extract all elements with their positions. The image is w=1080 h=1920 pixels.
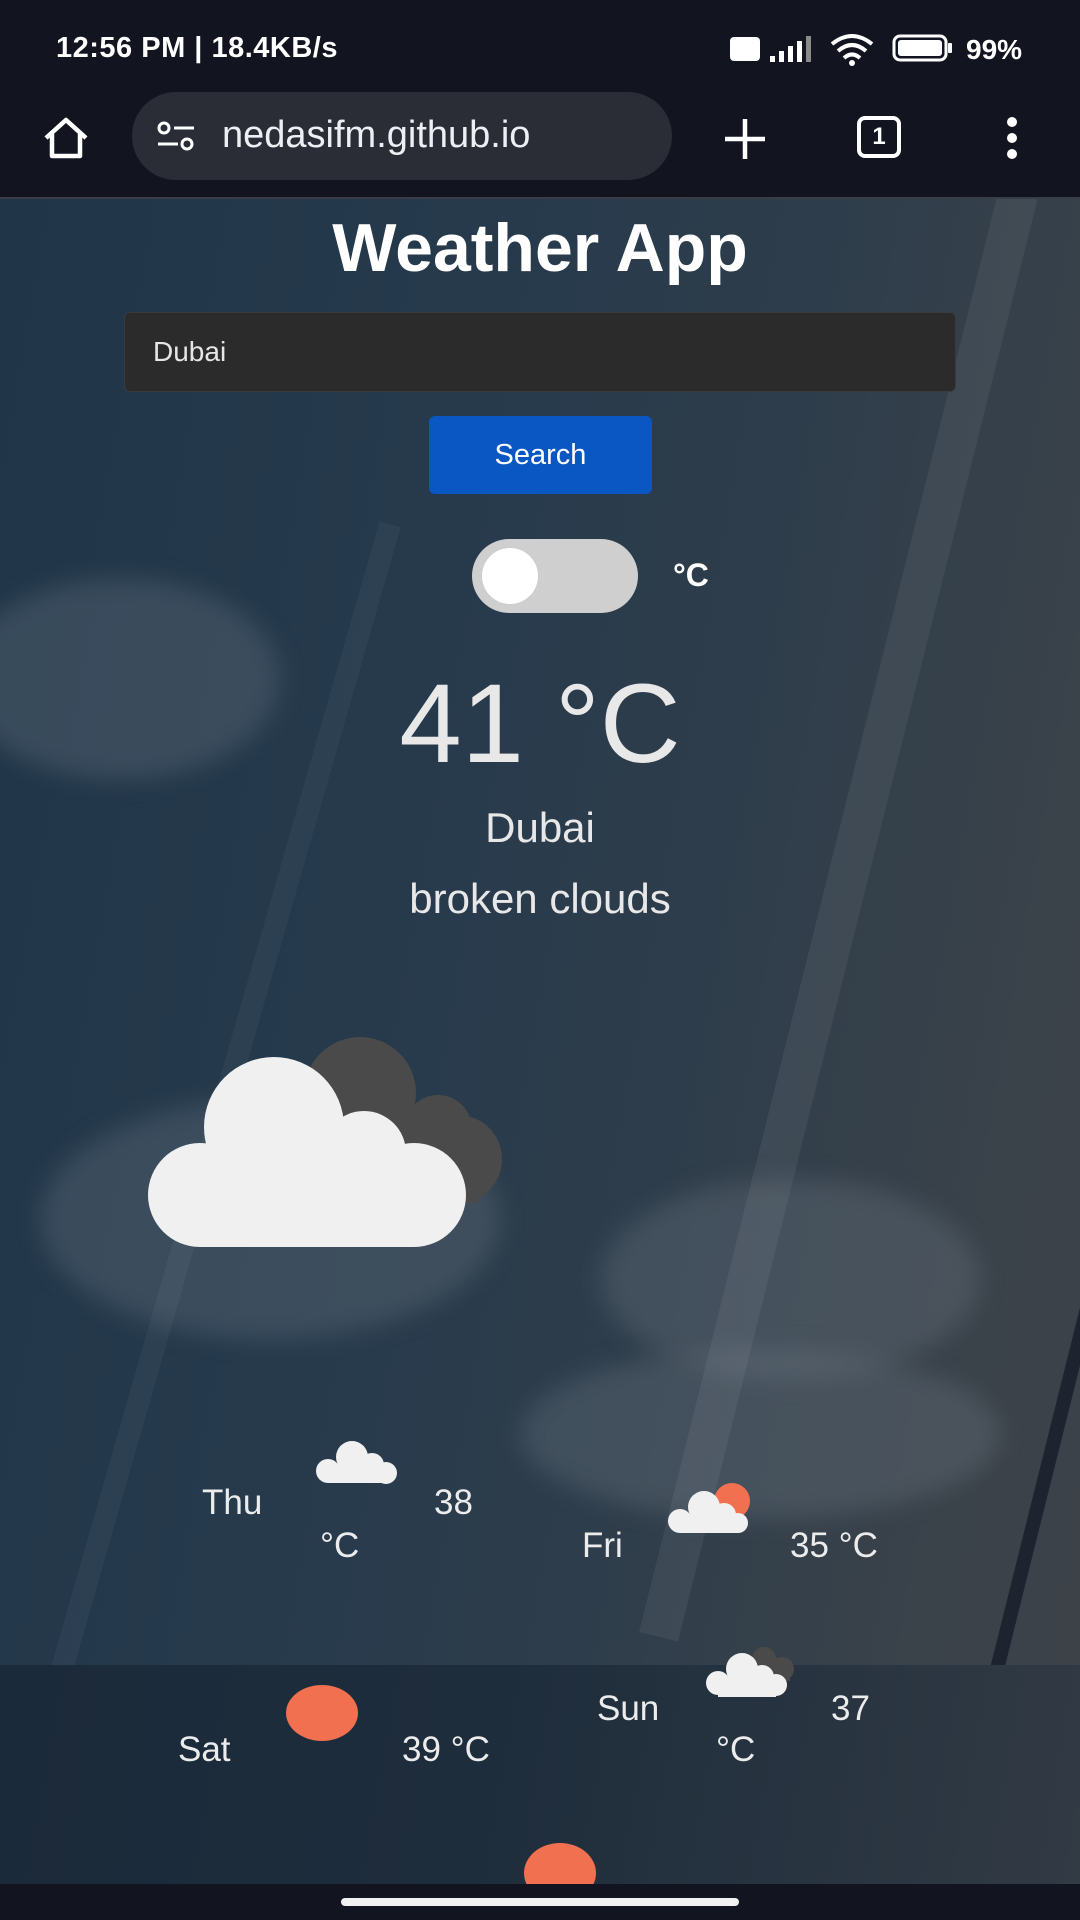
forecast-temp: 37 [831,1689,870,1728]
few-clouds-icon [316,1441,397,1484]
battery-icon [892,34,952,62]
address-bar[interactable]: nedasifm.github.io [132,92,672,180]
app-title: Weather App [332,210,748,286]
screen: 12:56 PM | 18.4KB/s 99% nedasifm.github.… [0,0,1080,1920]
forecast-temp: 39 °C [402,1730,490,1769]
unit-label: °C [673,557,709,593]
forecast-day: Thu [202,1483,263,1522]
bg-cloud [520,1349,1000,1519]
tab-switcher-button[interactable]: 1 [857,116,901,158]
unit-toggle-knob [482,548,538,604]
broken-clouds-icon [706,1647,794,1697]
unit-toggle[interactable] [472,539,638,613]
sun-icon [286,1685,358,1741]
volte-badge [730,37,760,61]
more-menu-icon[interactable] [1002,116,1022,160]
forecast-temp-unit: °C [320,1526,360,1565]
weather-description: broken clouds [409,875,671,922]
cloud-sun-icon [668,1483,750,1533]
forecast-day: Fri [582,1526,623,1565]
broken-clouds-icon [148,1037,502,1247]
forecast-temp: 35 °C [790,1526,878,1565]
weather-page: Weather App Search °C 41 °C Dubai broken… [0,199,1080,1884]
current-temperature: 41 °C [399,661,681,786]
new-tab-icon[interactable] [722,116,768,162]
wifi-icon [830,34,874,66]
search-button[interactable]: Search [429,416,652,494]
city-search-input[interactable] [124,312,956,392]
url-text: nedasifm.github.io [222,114,531,156]
tab-count: 1 [872,123,886,150]
status-time: 12:56 PM | 18.4KB/s [56,32,338,64]
forecast-day: Sat [178,1730,231,1769]
home-icon[interactable] [40,114,92,162]
signal-icon [770,36,811,62]
forecast-temp-unit: °C [716,1730,756,1769]
home-indicator[interactable] [341,1898,739,1906]
status-bar: 12:56 PM | 18.4KB/s 99% [0,0,1080,98]
city-name: Dubai [485,804,595,851]
battery-percent: 99% [966,34,1023,65]
forecast-temp: 38 [434,1483,473,1522]
forecast-day: Sun [597,1689,660,1728]
site-settings-icon[interactable] [156,120,196,152]
